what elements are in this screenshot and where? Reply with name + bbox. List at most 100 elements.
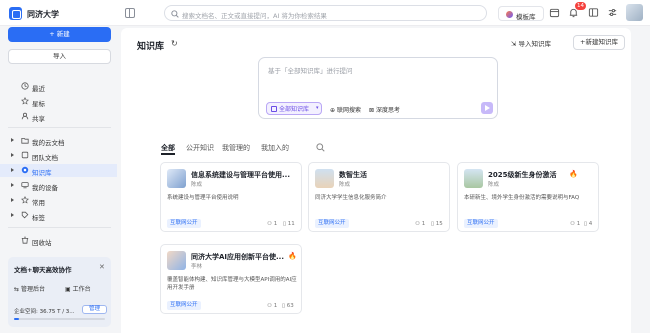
clock-icon: [21, 82, 29, 90]
sidebar-item-my-devices[interactable]: 我的设备: [0, 179, 117, 192]
tab-managed[interactable]: 我管理的: [222, 143, 250, 153]
manage-button[interactable]: 管理: [82, 305, 107, 314]
template-library-button[interactable]: 模板库: [498, 6, 544, 21]
doc-count-value: 15: [435, 221, 443, 227]
card-description: 覆盖智能体构建、知识库管理与大模型API调用的AI应用开发手册: [167, 277, 297, 291]
doc-count-value: 4: [588, 221, 593, 227]
member-count: ⚇ 1: [415, 221, 425, 227]
sidebar-item-label: 常用: [32, 199, 45, 207]
sidebar-item-label: 星标: [32, 100, 45, 108]
layout-icon[interactable]: [588, 7, 599, 18]
global-search-input[interactable]: 搜索文档名、正文或直接提问，AI 将为你检索结果: [164, 5, 487, 21]
knowledge-card[interactable]: 同济大学AI应用创新平台使... 🔥 李林 覆盖智能体构建、知识库管理与大模型A…: [160, 244, 302, 314]
search-icon[interactable]: [316, 143, 325, 152]
page-title: 知识库: [137, 42, 165, 52]
ask-question-box[interactable]: 基于「全部知识库」进行提问 全部知识库 ▾ ⊕ 联网搜索 ⊠ 深度思考: [258, 57, 498, 119]
star-icon: [21, 97, 29, 105]
admin-console-link[interactable]: ⇆ 管理后台: [14, 284, 45, 293]
card-title: 信息系统建设与管理平台使用...: [191, 171, 290, 179]
hot-fire-icon: 🔥: [288, 252, 297, 260]
admin-console-label: 管理后台: [20, 286, 45, 293]
new-button[interactable]: + 新建: [8, 27, 111, 42]
sidebar-toggle-icon[interactable]: [125, 8, 135, 18]
tab-public[interactable]: 公开知识: [186, 143, 214, 153]
team-icon: [21, 151, 29, 159]
tab-joined[interactable]: 我加入的: [261, 143, 289, 153]
template-icon: [506, 11, 513, 18]
user-icon: ⚇: [267, 303, 272, 309]
member-count: ⚇ 1: [267, 303, 277, 309]
card-title: 2025级新生身份激活: [488, 171, 557, 179]
member-count-value: 1: [273, 221, 278, 227]
import-kb-label: 导入知识库: [518, 40, 552, 48]
sidebar-item-label: 回收站: [32, 239, 52, 247]
sidebar-item-knowledge-base[interactable]: 知识库: [0, 164, 117, 177]
active-tab-indicator: [161, 153, 175, 155]
sidebar-item-team-docs[interactable]: 团队文档: [0, 149, 117, 162]
web-search-toggle[interactable]: ⊕ 联网搜索: [330, 105, 361, 114]
sidebar-item-label: 我的设备: [32, 184, 58, 192]
chevron-right-icon: [11, 182, 14, 187]
user-icon: ⚇: [570, 221, 575, 227]
knowledge-card[interactable]: 数智生活 陈成 同济大学学生信息化服务简介 互联网公开 ⚇ 1 ▯ 15: [308, 162, 450, 232]
knowledge-card[interactable]: 2025级新生身份激活 🔥 陈成 本研新生、境外学生身份激活的需要说明与FAQ …: [457, 162, 599, 232]
doc-count: ▯ 4: [584, 221, 592, 227]
storage-progress-bar: [14, 318, 105, 320]
sidebar-item-my-docs[interactable]: 我的云文档: [0, 134, 117, 147]
chevron-right-icon: [11, 167, 14, 172]
workbench-link[interactable]: ▣ 工作台: [65, 284, 91, 293]
sidebar-item-starred[interactable]: 星标: [0, 95, 117, 108]
sidebar-item-frequent[interactable]: 常用: [0, 194, 117, 207]
member-count-value: 1: [421, 221, 426, 227]
sidebar-item-label: 标签: [32, 214, 45, 222]
hot-fire-icon: 🔥: [569, 170, 578, 178]
card-title: 数智生活: [339, 171, 367, 179]
sidebar-divider: [8, 127, 111, 128]
sidebar-divider: [8, 227, 111, 228]
sidebar-item-label: 团队文档: [32, 154, 58, 162]
scope-select[interactable]: 全部知识库 ▾: [266, 102, 322, 115]
card-owner: 陈成: [488, 182, 500, 188]
card-description: 本研新生、境外学生身份激活的需要说明与FAQ: [464, 195, 580, 201]
settings-icon[interactable]: [607, 7, 618, 18]
card-owner: 陈成: [191, 182, 203, 188]
new-knowledge-base-button[interactable]: +新建知识库: [573, 35, 625, 50]
card-title: 同济大学AI应用创新平台使...: [191, 253, 284, 261]
app-logo: [9, 7, 22, 20]
app-name: 同济大学: [27, 10, 59, 19]
doc-count-value: 63: [286, 303, 294, 309]
card-thumbnail: [167, 251, 186, 270]
doc-count: ▯ 15: [431, 221, 443, 227]
tab-all[interactable]: 全部: [161, 143, 175, 153]
sidebar-item-shared[interactable]: 共享: [0, 110, 117, 123]
import-button[interactable]: 导入: [8, 49, 111, 64]
calendar-icon[interactable]: [549, 7, 560, 18]
user-icon: ⚇: [415, 221, 420, 227]
top-bar: 同济大学 搜索文档名、正文或直接提问，AI 将为你检索结果 模板库 14: [0, 0, 650, 26]
refresh-icon[interactable]: ↻: [171, 39, 178, 48]
notification-badge: 14: [575, 2, 586, 10]
knowledge-card[interactable]: 信息系统建设与管理平台使用... 陈成 系统建设与管理平台使用说明 互联网公开 …: [160, 162, 302, 232]
card-description: 同济大学学生信息化服务简介: [315, 195, 387, 201]
send-button[interactable]: [481, 102, 493, 114]
storage-usage-text: 企业空间: 36.75 T / 3...: [14, 309, 75, 315]
document-icon: ▯: [283, 221, 287, 227]
deep-think-toggle[interactable]: ⊠ 深度思考: [369, 105, 400, 114]
search-placeholder: 搜索文档名、正文或直接提问，AI 将为你检索结果: [182, 11, 327, 20]
visibility-tag: 互联网公开: [464, 219, 498, 228]
promo-title: 文档+聊天高效协作: [14, 266, 72, 274]
workbench-label: 工作台: [72, 286, 91, 293]
sidebar-item-recent[interactable]: 最近: [0, 80, 117, 93]
sidebar-item-label: 我的云文档: [32, 139, 65, 147]
doc-count: ▯ 11: [283, 221, 295, 227]
sidebar-item-label: 最近: [32, 85, 45, 93]
close-icon[interactable]: ✕: [99, 263, 105, 271]
question-placeholder: 基于「全部知识库」进行提问: [268, 67, 353, 75]
document-icon: ▯: [431, 221, 435, 227]
import-knowledge-base-button[interactable]: ⇲ 导入知识库: [511, 38, 551, 48]
member-count-value: 1: [576, 221, 581, 227]
sidebar-item-trash[interactable]: 回收站: [0, 234, 117, 247]
deep-think-label: 深度思考: [375, 107, 400, 114]
sidebar-item-tags[interactable]: 标签: [0, 209, 117, 222]
user-avatar[interactable]: [626, 4, 643, 21]
